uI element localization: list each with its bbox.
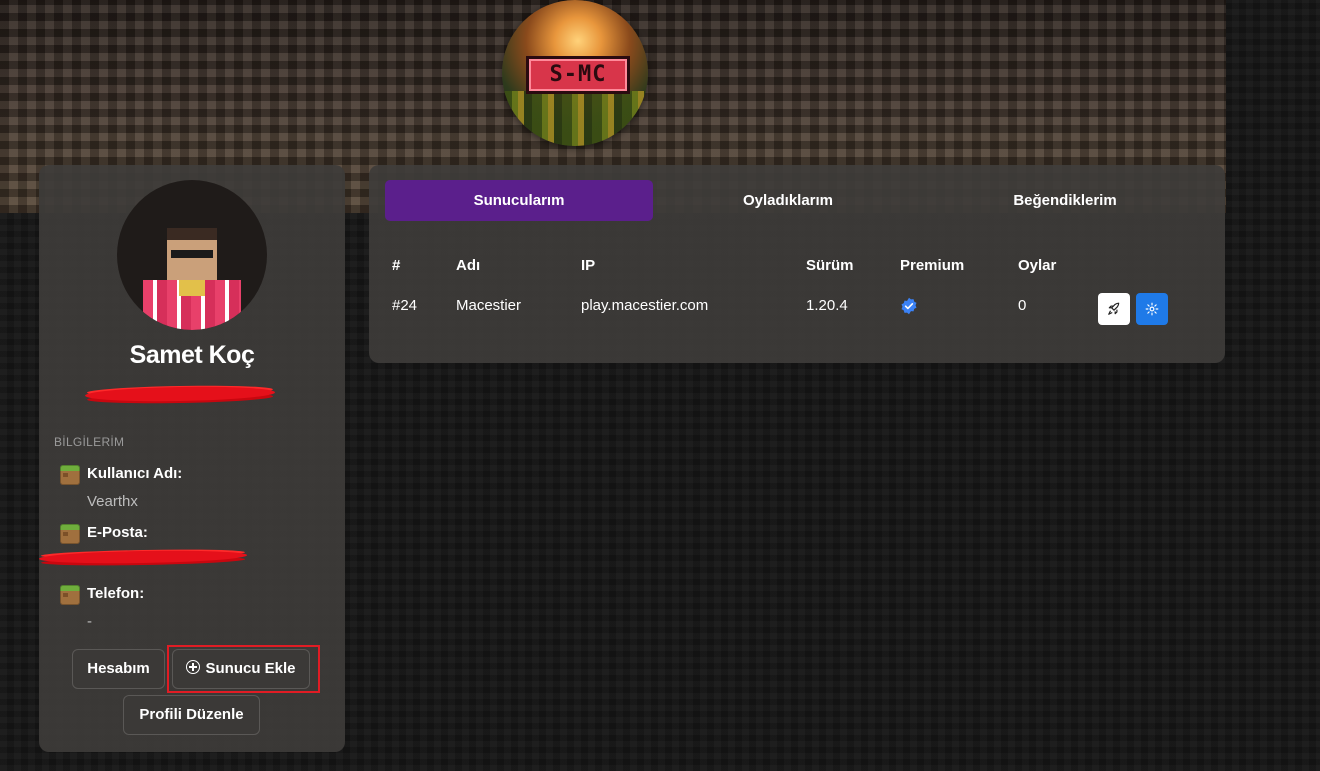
column-header-premium: Premium — [900, 257, 965, 274]
highlight-box — [167, 645, 320, 693]
grass-block-icon — [60, 524, 80, 544]
info-phone-label: Telefon: — [87, 585, 145, 602]
boost-server-button[interactable] — [1098, 293, 1130, 325]
profile-card: Samet Koç BİLGİLERİM Kullanıcı Adı: Vear… — [38, 165, 345, 752]
avatar — [117, 180, 267, 330]
grass-block-icon — [60, 465, 80, 485]
rocket-icon — [1108, 302, 1120, 315]
info-section-label: BİLGİLERİM — [54, 435, 125, 449]
column-header-ip: IP — [581, 257, 596, 274]
info-username-value: Vearthx — [87, 493, 138, 510]
column-header-name: Adı — [456, 257, 481, 274]
column-header-version: Sürüm — [806, 257, 854, 274]
gear-icon — [1145, 302, 1159, 316]
column-header-votes: Oylar — [1018, 257, 1057, 274]
avatar-glasses — [171, 250, 213, 258]
logo-forest — [502, 91, 648, 146]
logo-text: S-MC — [526, 56, 630, 94]
redaction-mark — [84, 385, 276, 403]
cell-ip: play.macestier.com — [581, 297, 709, 314]
user-name: Samet Koç — [129, 341, 255, 369]
server-logo[interactable]: S-MC — [502, 0, 648, 146]
tab-voted-label: Oyladıklarım — [742, 192, 834, 209]
redaction-mark — [38, 549, 248, 565]
cell-votes: 0 — [1018, 297, 1027, 314]
info-username-label: Kullanıcı Adı: — [87, 465, 183, 482]
server-settings-button[interactable] — [1136, 293, 1168, 325]
column-header-id: # — [392, 257, 401, 274]
account-button-label: Hesabım — [87, 660, 150, 677]
info-phone-value: - — [87, 613, 92, 630]
cell-id: #24 — [392, 297, 418, 314]
servers-panel: Sunucularım Oyladıklarım Beğendiklerim #… — [369, 165, 1225, 363]
verified-icon — [901, 297, 917, 315]
tab-liked[interactable]: Beğendiklerim — [931, 180, 1199, 221]
account-button[interactable]: Hesabım — [72, 649, 165, 689]
tab-liked-label: Beğendiklerim — [1013, 192, 1117, 209]
tab-my-servers[interactable]: Sunucularım — [385, 180, 653, 221]
grass-block-icon — [60, 585, 80, 605]
edit-profile-button-label: Profili Düzenle — [139, 706, 244, 723]
cell-name: Macestier — [456, 297, 522, 314]
info-email-label: E-Posta: — [87, 524, 148, 541]
edit-profile-button[interactable]: Profili Düzenle — [123, 695, 260, 735]
tab-my-servers-label: Sunucularım — [473, 192, 565, 209]
cell-version: 1.20.4 — [806, 297, 848, 314]
tab-voted[interactable]: Oyladıklarım — [654, 180, 922, 221]
avatar-chain — [179, 280, 205, 296]
